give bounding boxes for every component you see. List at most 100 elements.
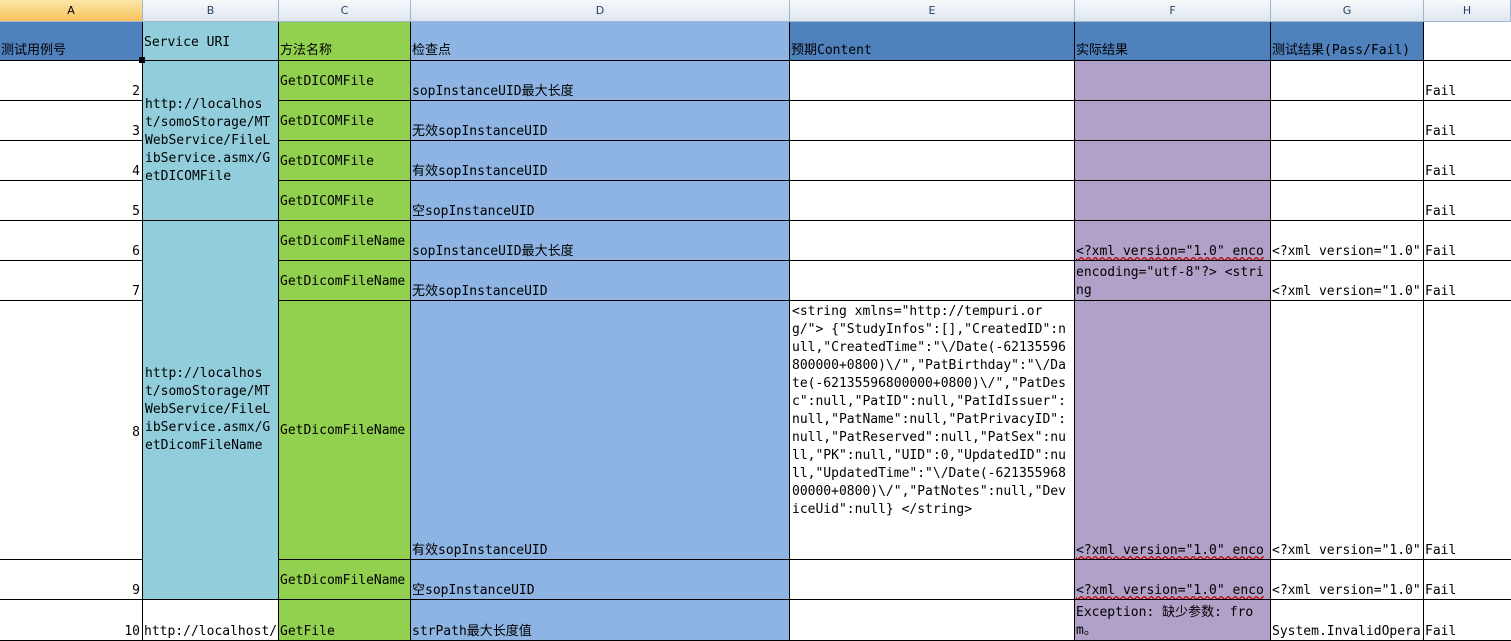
column-header-e[interactable]: E: [790, 0, 1075, 22]
column-header-a[interactable]: A: [0, 0, 143, 22]
fail-text: Fail: [1425, 583, 1457, 598]
checkpoint-cell[interactable]: strPath最大长度值: [411, 600, 790, 641]
row-number-cell[interactable]: 4: [0, 141, 143, 181]
row-number: 3: [132, 124, 140, 139]
result-text: <?xml version="1.0": [1272, 543, 1421, 558]
header-cell-checkpoint[interactable]: 检查点: [411, 22, 790, 61]
h-cell[interactable]: Fail: [1424, 181, 1511, 221]
test-result-cell[interactable]: <?xml version="1.0": [1271, 560, 1424, 600]
test-result-cell[interactable]: [1271, 181, 1424, 221]
h-cell[interactable]: Fail: [1424, 221, 1511, 261]
row-number-cell[interactable]: 5: [0, 181, 143, 221]
checkpoint-text: 有效sopInstanceUID: [412, 164, 548, 179]
expected-content-cell[interactable]: [790, 101, 1075, 141]
row-number-cell[interactable]: 7: [0, 261, 143, 301]
header-text: 测试结果(Pass/Fail): [1272, 43, 1411, 58]
header-cell-method[interactable]: 方法名称: [279, 22, 411, 61]
actual-result-cell[interactable]: [1075, 141, 1271, 181]
cell-fill-handle[interactable]: [139, 57, 145, 63]
method-cell[interactable]: GetDicomFileName: [279, 261, 411, 301]
header-cell-expected-content[interactable]: 预期Content: [790, 22, 1075, 61]
service-uri-cell-getdicomfilename[interactable]: http://localhost/somoStorage/MTWebServic…: [143, 221, 279, 600]
row-number-cell[interactable]: 3: [0, 101, 143, 141]
column-header-h[interactable]: H: [1424, 0, 1511, 22]
service-uri-text: http://localhost/somoStorage/MTWebServic…: [145, 96, 271, 184]
fail-text: Fail: [1425, 204, 1457, 219]
expected-content-cell[interactable]: [790, 600, 1075, 641]
test-result-cell[interactable]: <?xml version="1.0": [1271, 221, 1424, 261]
checkpoint-cell[interactable]: 有效sopInstanceUID: [411, 141, 790, 181]
actual-result-cell[interactable]: [1075, 61, 1271, 101]
checkpoint-text: 无效sopInstanceUID: [412, 284, 548, 299]
test-result-cell[interactable]: System.InvalidOpera: [1271, 600, 1424, 641]
checkpoint-text: sopInstanceUID最大长度: [412, 84, 574, 99]
test-result-cell[interactable]: [1271, 61, 1424, 101]
result-text: System.InvalidOpera: [1272, 624, 1421, 639]
header-cell-actual-result[interactable]: 实际结果: [1075, 22, 1271, 61]
expected-content-cell[interactable]: [790, 141, 1075, 181]
checkpoint-cell[interactable]: sopInstanceUID最大长度: [411, 61, 790, 101]
h-cell[interactable]: Fail: [1424, 101, 1511, 141]
actual-result-cell[interactable]: encoding="utf-8"?> <string: [1075, 261, 1271, 301]
actual-result-cell[interactable]: [1075, 181, 1271, 221]
test-result-cell[interactable]: [1271, 101, 1424, 141]
row-number-cell[interactable]: 10: [0, 600, 143, 641]
method-cell[interactable]: GetDICOMFile: [279, 181, 411, 221]
h-cell[interactable]: Fail: [1424, 600, 1511, 641]
actual-result-cell[interactable]: [1075, 101, 1271, 141]
expected-content-cell[interactable]: [790, 61, 1075, 101]
actual-text: Exception: 缺少参数: from。: [1076, 605, 1254, 638]
actual-result-cell[interactable]: <?xml version="1.0" enco: [1075, 301, 1271, 560]
actual-result-cell[interactable]: <?xml version="1.0" enco: [1075, 221, 1271, 261]
expected-content-cell[interactable]: [790, 181, 1075, 221]
method-cell[interactable]: GetDICOMFile: [279, 141, 411, 181]
header-cell-test-case[interactable]: 测试用例号: [0, 22, 143, 61]
checkpoint-cell[interactable]: 空sopInstanceUID: [411, 181, 790, 221]
column-header-d[interactable]: D: [411, 0, 790, 22]
test-result-cell[interactable]: <?xml version="1.0": [1271, 261, 1424, 301]
h-cell[interactable]: Fail: [1424, 560, 1511, 600]
expected-content-cell[interactable]: <string xmlns="http://tempuri.org/"> {"S…: [790, 301, 1075, 560]
expected-content-cell[interactable]: [790, 221, 1075, 261]
column-header-g[interactable]: G: [1271, 0, 1424, 22]
test-result-cell[interactable]: [1271, 141, 1424, 181]
method-cell[interactable]: GetDicomFileName: [279, 301, 411, 560]
column-header-c[interactable]: C: [279, 0, 411, 22]
row-number-cell[interactable]: 6: [0, 221, 143, 261]
service-uri-cell-getdicomfile[interactable]: http://localhost/somoStorage/MTWebServic…: [143, 61, 279, 221]
fail-text: Fail: [1425, 284, 1457, 299]
service-uri-cell-getfile[interactable]: http://localhost/: [143, 600, 279, 641]
method-cell[interactable]: GetDicomFileName: [279, 221, 411, 261]
header-text: 测试用例号: [1, 43, 67, 58]
checkpoint-cell[interactable]: 有效sopInstanceUID: [411, 301, 790, 560]
fail-text: Fail: [1425, 244, 1457, 259]
row-number-cell[interactable]: 9: [0, 560, 143, 600]
expected-content-cell[interactable]: [790, 560, 1075, 600]
h-cell[interactable]: Fail: [1424, 261, 1511, 301]
header-cell-test-result[interactable]: 测试结果(Pass/Fail): [1271, 22, 1424, 61]
method-cell[interactable]: GetDicomFileName: [279, 560, 411, 600]
column-header-f[interactable]: F: [1075, 0, 1271, 22]
service-uri-text: http://localhost/: [144, 624, 278, 639]
checkpoint-cell[interactable]: 空sopInstanceUID: [411, 560, 790, 600]
checkpoint-cell[interactable]: sopInstanceUID最大长度: [411, 221, 790, 261]
h-cell[interactable]: Fail: [1424, 61, 1511, 101]
method-cell[interactable]: GetDICOMFile: [279, 61, 411, 101]
method-cell[interactable]: GetFile: [279, 600, 411, 641]
header-cell-h[interactable]: [1424, 22, 1511, 61]
actual-result-cell[interactable]: Exception: 缺少参数: from。: [1075, 600, 1271, 641]
expected-content-cell[interactable]: [790, 261, 1075, 301]
row-number: 9: [132, 583, 140, 598]
row-number-cell[interactable]: 2: [0, 61, 143, 101]
actual-result-cell[interactable]: <?xml version="1.0" enco: [1075, 560, 1271, 600]
h-cell[interactable]: Fail: [1424, 141, 1511, 181]
checkpoint-cell[interactable]: 无效sopInstanceUID: [411, 261, 790, 301]
column-header-b[interactable]: B: [143, 0, 279, 22]
test-result-cell[interactable]: <?xml version="1.0": [1271, 301, 1424, 560]
h-cell[interactable]: Fail: [1424, 301, 1511, 560]
expected-text: <string xmlns="http://tempuri.org/"> {"S…: [792, 304, 1066, 517]
header-cell-service-uri[interactable]: Service URI: [143, 22, 279, 61]
checkpoint-cell[interactable]: 无效sopInstanceUID: [411, 101, 790, 141]
row-number-cell[interactable]: 8: [0, 301, 143, 560]
method-cell[interactable]: GetDICOMFile: [279, 101, 411, 141]
